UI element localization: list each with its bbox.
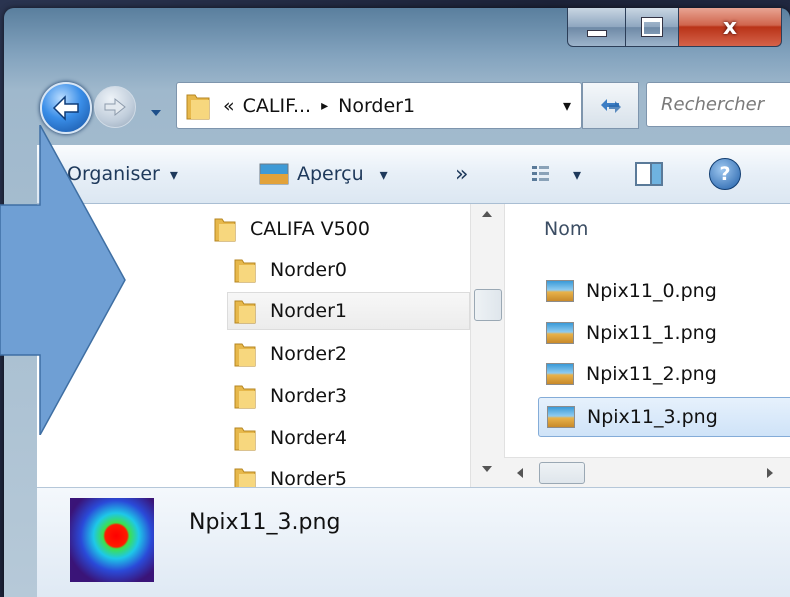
search-input[interactable]: Rechercher [646,82,790,127]
file-name: Npix11_1.png [586,322,717,344]
scrollbar-thumb[interactable] [539,462,585,484]
tree-item-norder2[interactable]: Norder2 [234,335,347,373]
tree-item-norder3[interactable]: Norder3 [234,377,347,415]
folder-icon [234,343,256,367]
file-item-npix11-1[interactable]: Npix11_1.png [546,315,717,351]
preview-image-icon [259,163,289,185]
file-horizontal-scrollbar[interactable] [504,457,790,488]
recent-pages-button[interactable] [150,103,162,116]
tree-item-label: Norder0 [270,259,347,281]
file-name: Npix11_0.png [586,280,717,302]
close-button[interactable]: x [678,8,782,47]
maximize-button[interactable] [625,8,679,47]
back-arrow-icon [52,95,79,121]
file-name: Npix11_2.png [586,363,717,385]
scroll-up-icon[interactable] [471,204,504,224]
preview-pane-icon [635,162,663,186]
folder-icon [234,300,256,324]
preview-label: Aperçu [297,163,364,185]
change-view-button[interactable]: ▾ [531,145,581,203]
folder-icon [234,468,256,487]
view-chevron-icon: ▾ [573,164,582,184]
folder-icon [234,427,256,451]
forward-button[interactable] [94,86,136,128]
scroll-down-icon[interactable] [471,459,504,479]
preview-pane-button[interactable] [635,145,663,203]
tree-item-label: Norder1 [270,300,347,322]
tree-item-label: Norder3 [270,385,347,407]
forward-arrow-icon [104,97,126,117]
preview-chevron-icon: ▾ [379,164,388,184]
more-chevron-icon: » [455,161,469,187]
details-file-name: Npix11_3.png [189,510,341,535]
preview-button[interactable]: Aperçu ▾ [259,145,388,203]
file-list-pane: Nom Npix11_0.png Npix11_1.png Npix11_2.p… [504,204,790,488]
image-thumbnail [70,498,154,582]
tree-item-label: Norder5 [270,468,347,487]
address-dropdown-icon[interactable]: ▾ [563,96,571,115]
minimize-icon [586,29,607,37]
details-pane: Npix11_3.png [37,487,790,597]
breadcrumb-parent[interactable]: CALIF... [243,95,311,117]
folder-icon [234,385,256,409]
chevron-down-icon [151,110,161,116]
tree-item-label: CALIFA V500 [250,218,370,240]
folder-icon [234,259,256,283]
scrollbar-thumb[interactable] [474,289,502,321]
tree-item-label: Norder2 [270,343,347,365]
organise-chevron-icon: ▾ [169,164,178,184]
image-file-icon [546,280,574,302]
tree-item-norder4[interactable]: Norder4 [234,419,347,457]
help-glyph: ? [719,163,731,185]
file-item-npix11-0[interactable]: Npix11_0.png [546,273,717,309]
scroll-left-icon[interactable] [510,458,530,488]
help-icon: ? [709,158,741,190]
command-bar: Organiser ▾ Aperçu ▾ » ▾ ? [37,145,790,204]
tree-item-norder1[interactable]: Norder1 [227,292,470,330]
folder-icon [214,218,236,242]
folder-icon [186,94,210,119]
refresh-button[interactable] [582,82,639,129]
help-button[interactable]: ? [709,145,741,203]
file-item-npix11-3[interactable]: Npix11_3.png [538,397,790,437]
search-placeholder: Rechercher [661,94,765,115]
overlay-arrow-shape [0,125,126,435]
breadcrumb-current[interactable]: Norder1 [338,95,415,117]
minimize-button[interactable] [567,8,626,47]
image-file-icon [546,322,574,344]
maximize-icon [641,17,663,37]
view-list-icon [532,166,549,181]
tree-item-norder5[interactable]: Norder5 [234,460,347,487]
close-icon: x [722,14,738,40]
content-area: CALIFA V500 Norder0 Norder1 Norder2 Nord… [37,204,790,488]
more-commands-button[interactable]: » [455,145,468,203]
column-header-label: Nom [544,218,589,240]
address-bar[interactable]: « CALIF... ▸ Norder1 ▾ [176,82,582,129]
file-name: Npix11_3.png [587,406,718,428]
tree-item-norder0[interactable]: Norder0 [234,251,347,289]
image-file-icon [547,406,575,428]
tree-vertical-scrollbar[interactable] [470,204,505,487]
breadcrumb-separator[interactable]: ▸ [321,98,328,114]
tree-item-label: Norder4 [270,427,347,449]
file-item-npix11-2[interactable]: Npix11_2.png [546,356,717,392]
column-header-name[interactable]: Nom [544,218,588,240]
scroll-right-icon[interactable] [760,458,780,488]
tree-item-califa[interactable]: CALIFA V500 [214,210,370,248]
refresh-icon [600,98,621,113]
address-overflow[interactable]: « [223,95,235,117]
image-file-icon [546,363,574,385]
